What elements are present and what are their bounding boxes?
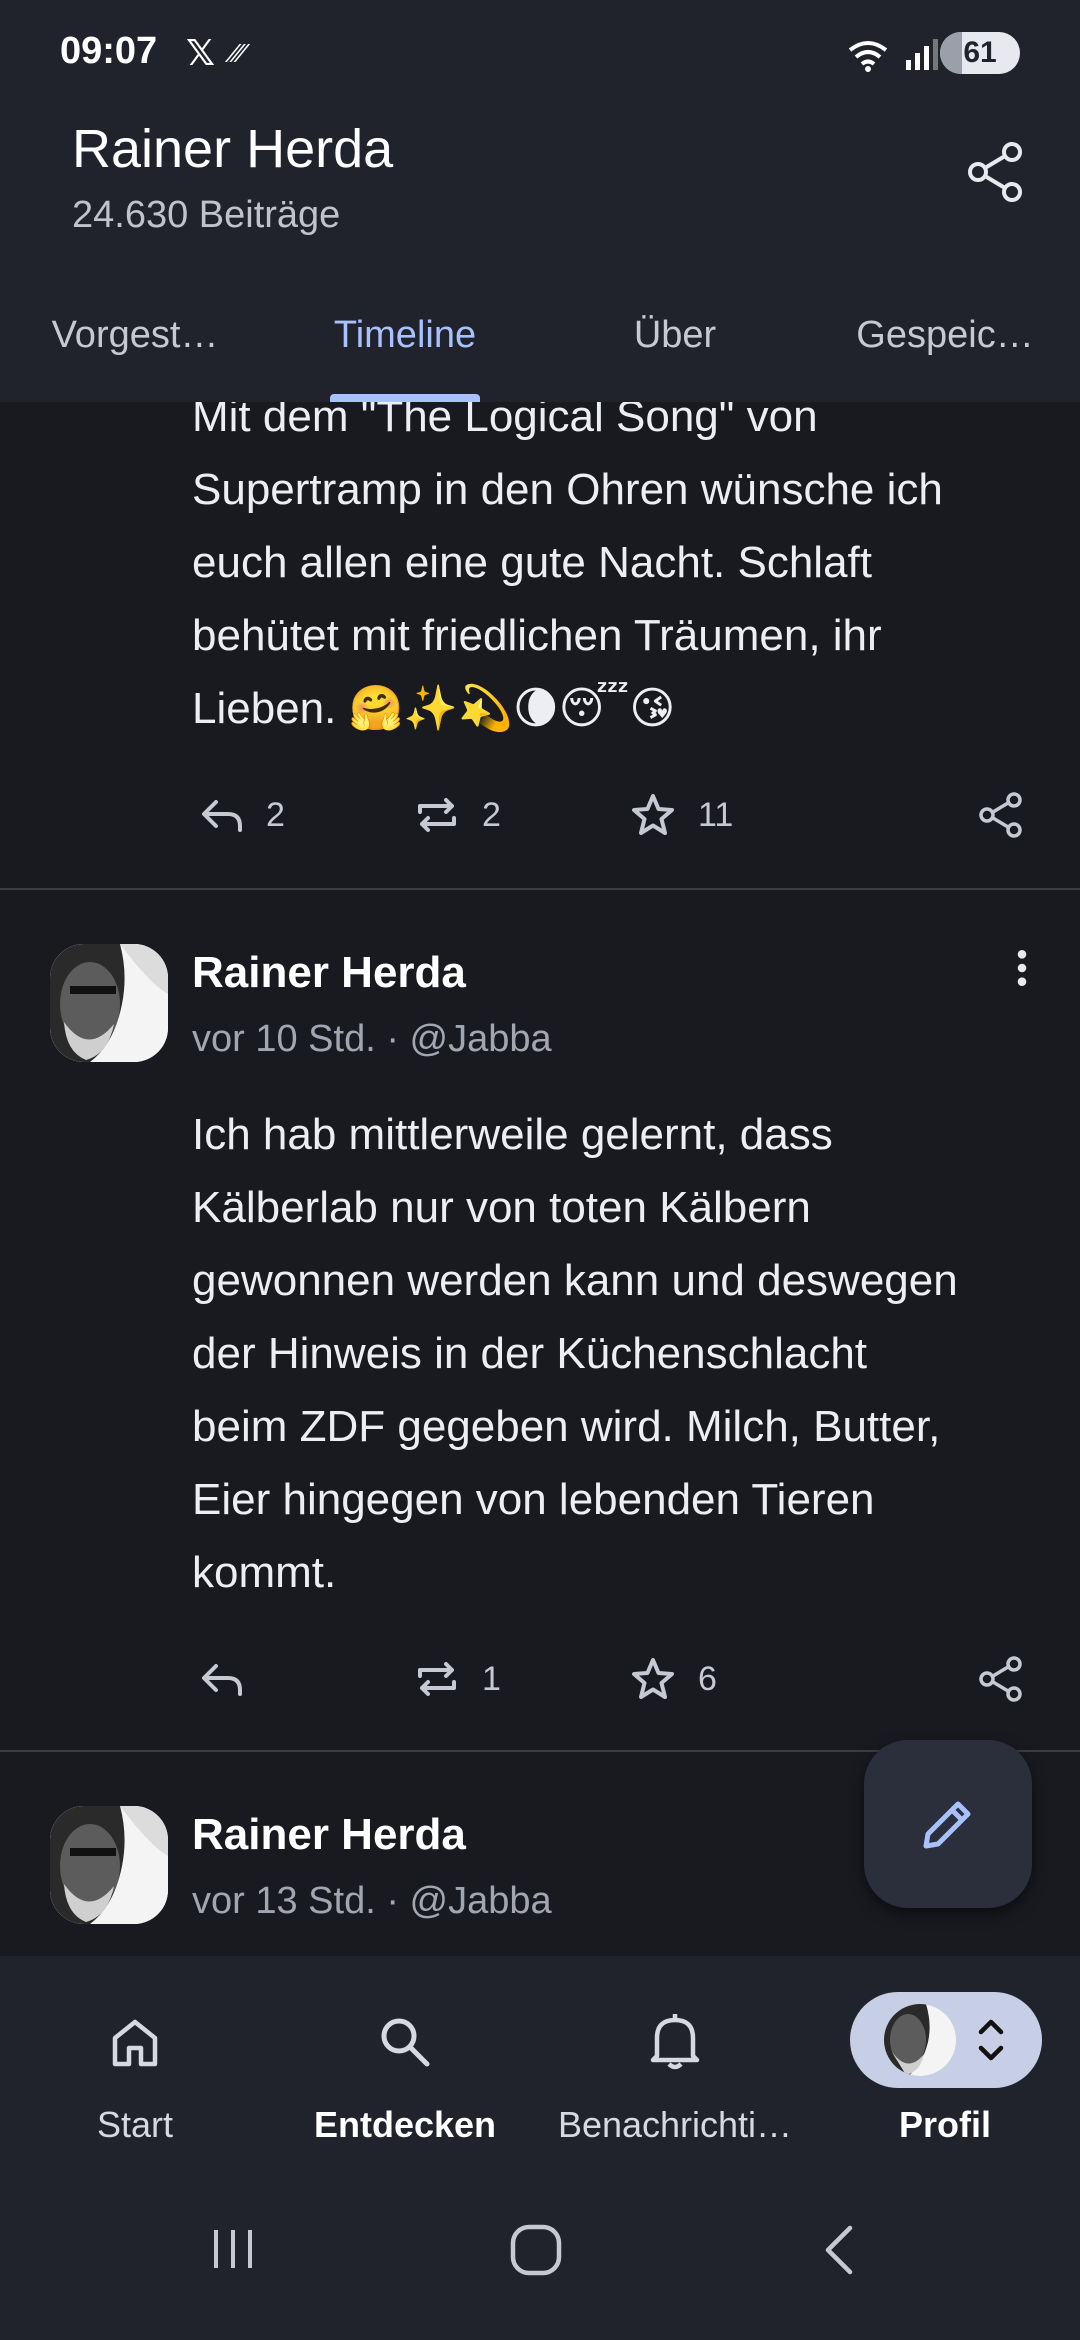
post-2-line: Ich hab mittlerweile gelernt, dass: [192, 1110, 833, 1159]
nav-start[interactable]: Start: [0, 1956, 270, 2176]
bottom-navigation: Start Entdecken Benachrichti… Profil: [0, 1956, 1080, 2340]
post-2-content: Ich hab mittlerweile gelernt, dass Kälbe…: [192, 1098, 1052, 1609]
boost-icon: [418, 1662, 456, 1696]
nav-label: Profil: [898, 2104, 991, 2145]
post-2-line: beim ZDF gegeben wird. Milch, Butter,: [192, 1402, 941, 1451]
favourite-count: 11: [698, 795, 734, 834]
tab-featured[interactable]: Vorgest…: [0, 300, 270, 402]
avatar[interactable]: [50, 944, 168, 1062]
post-meta: vor 13 Std. · @Jabba: [192, 1880, 552, 1922]
post-divider: [0, 888, 1080, 890]
wifi-signal-icon: [848, 39, 938, 72]
reply-button[interactable]: [196, 1644, 266, 1714]
app-screen: 09:07 𝕏 ⁄⁄⁄ 61 Rainer Herda 24.630 Beitr…: [0, 0, 1080, 2340]
reply-button[interactable]: 2: [196, 780, 285, 850]
post-1-line: Lieben. 🤗✨💫🌘😴😘: [192, 684, 676, 733]
battery-indicator: 61: [940, 32, 1020, 74]
post-2-line: Kälberlab nur von toten Kälbern: [192, 1183, 811, 1232]
tab-saved[interactable]: Gespeic…: [810, 300, 1080, 402]
recents-icon[interactable]: [208, 2224, 258, 2274]
post-1-content: Mit dem "The Logical Song" von Supertram…: [192, 380, 1052, 745]
tab-about[interactable]: Über: [540, 300, 810, 402]
reply-icon: [202, 1664, 242, 1696]
post-author[interactable]: Rainer Herda: [192, 948, 466, 998]
post-2-actions: 1 6: [0, 1644, 1080, 1714]
tab-timeline[interactable]: Timeline: [270, 300, 540, 402]
boost-button[interactable]: 2: [412, 780, 501, 850]
nav-notifications[interactable]: Benachrichti…: [540, 1956, 810, 2176]
favourite-button[interactable]: 11: [628, 780, 733, 850]
boost-count: 2: [482, 795, 501, 834]
boost-button[interactable]: 1: [412, 1644, 501, 1714]
system-navigation-bar: [0, 2200, 1080, 2340]
pencil-icon: [923, 1801, 971, 1849]
post-2-line: gewonnen werden kann und deswegen: [192, 1256, 958, 1305]
home-button-icon[interactable]: [508, 2222, 564, 2278]
favourite-count: 6: [698, 1659, 717, 1698]
post-1-line: Supertramp in den Ohren wünsche ich: [192, 465, 943, 514]
nav-profile[interactable]: Profil: [810, 1956, 1080, 2176]
notification-glyph: ⁄⁄⁄: [232, 38, 246, 68]
post-2-line: Eier hingegen von lebenden Tieren: [192, 1475, 875, 1524]
star-icon: [632, 1658, 674, 1699]
post-meta: vor 10 Std. · @Jabba: [192, 1018, 552, 1060]
boost-count: 1: [482, 1659, 501, 1698]
more-options-icon[interactable]: [1016, 946, 1028, 990]
post-1-actions: 2 2 11: [0, 780, 1080, 850]
bell-icon: [650, 2014, 700, 2070]
nav-label: Start: [96, 2104, 174, 2145]
reply-icon: [202, 800, 242, 832]
boost-icon: [418, 798, 456, 832]
share-icon: [979, 792, 1022, 838]
star-icon: [632, 794, 674, 835]
back-icon[interactable]: [820, 2222, 860, 2278]
share-icon: [979, 1656, 1022, 1702]
tab-indicator: [330, 394, 480, 402]
home-icon: [112, 2019, 158, 2067]
profile-tabs: Vorgest… Timeline Über Gespeic…: [0, 300, 1080, 402]
favourite-button[interactable]: 6: [628, 1644, 717, 1714]
post-1-line: behütet mit friedlichen Träumen, ihr: [192, 611, 882, 660]
avatar[interactable]: [50, 1806, 168, 1924]
nav-discover[interactable]: Entdecken: [270, 1956, 540, 2176]
post-2-line: kommt.: [192, 1548, 337, 1597]
nav-label: Entdecken: [313, 2104, 497, 2145]
top-app-bar: 09:07 𝕏 ⁄⁄⁄ 61 Rainer Herda 24.630 Beitr…: [0, 0, 1080, 402]
compose-button[interactable]: [864, 1740, 1032, 1908]
post-2-line: der Hinweis in der Küchenschlacht: [192, 1329, 868, 1378]
profile-post-count: 24.630 Beiträge: [72, 194, 341, 236]
post-1-line: euch allen eine gute Nacht. Schlaft: [192, 538, 873, 587]
search-icon: [381, 2018, 430, 2067]
reply-count: 2: [266, 795, 285, 834]
status-time: 09:07: [60, 30, 158, 72]
x-app-icon: 𝕏: [186, 32, 216, 73]
post-share-button[interactable]: [976, 780, 1026, 850]
post-author[interactable]: Rainer Herda: [192, 1810, 466, 1860]
post-share-button[interactable]: [976, 1644, 1026, 1714]
profile-name: Rainer Herda: [72, 119, 394, 179]
nav-label: Benachrichti…: [557, 2104, 793, 2145]
share-icon[interactable]: [964, 140, 1028, 204]
